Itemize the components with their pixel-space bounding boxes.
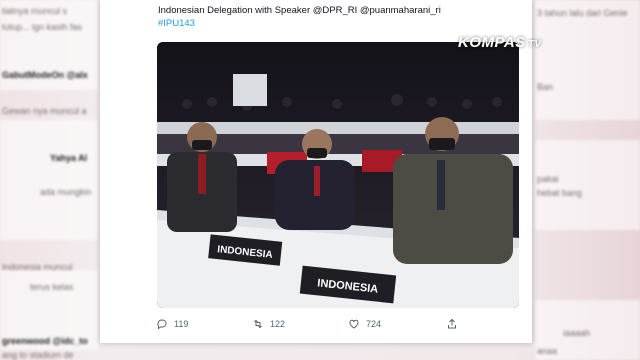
bg-tweet-text: Indonesia muncul [2,262,73,272]
tweet-caption: Indonesian Delegation with Speaker @DPR_… [158,4,441,30]
tweet-card: Indonesian Delegation with Speaker @DPR_… [100,0,532,343]
like-count: 724 [366,319,382,329]
bg-tweet-text: iaaaah [563,328,591,338]
bg-tweet-text: Ban [537,82,554,92]
bg-tweet-text: anaa [537,346,558,356]
reply-icon [157,319,167,330]
bg-tweet-text: 3 tahun lalu dari Genie [537,8,628,18]
kompas-tv-watermark: KOMPAS TV [458,34,542,51]
bg-tweet-text: hebat bang [537,188,583,198]
bg-tweet-text: tiatnya muncul s [2,6,68,16]
tweet-photo[interactable]: INDONESIA INDONESIA [157,42,519,308]
bg-tweet-text: Gewan nya muncul a [2,106,87,116]
delegation-photo: INDONESIA INDONESIA [157,42,519,308]
watermark-brand: KOMPAS [458,34,526,51]
retweet-icon [254,319,262,329]
background-tweets-right: 3 tahun lalu dari Genie Ban pakai hebat … [533,0,640,360]
bg-tweet-text: tutup... ign kasih fas [2,22,83,32]
bg-tweet-text: ada mungkin [40,187,92,197]
heart-icon [349,319,359,329]
share-icon [448,318,456,329]
tweet-actions: 119 122 724 [156,318,476,334]
background-tweets-left: tiatnya muncul s tutup... ign kasih fas … [0,0,100,360]
bg-tweet-user: greenwood @idc_to [2,336,88,346]
watermark-suffix: TV [527,39,542,50]
bg-tweet-user: GabutModeOn @alx [2,70,88,80]
like-button[interactable]: 724 [348,318,381,330]
bg-tweet-user: Yahya Al [50,153,88,163]
bg-tweet-text: pakai [537,174,559,184]
retweet-button[interactable]: 122 [252,318,285,330]
retweet-count: 122 [270,319,286,329]
reply-button[interactable]: 119 [156,318,188,330]
bg-tweet-text: ang to stadium de [2,350,74,360]
hashtag-link[interactable]: #IPU143 [158,17,441,30]
share-button[interactable] [446,318,458,330]
bg-tweet-text: terus kelas [30,282,74,292]
reply-count: 119 [174,319,189,329]
tweet-caption-text: Indonesian Delegation with Speaker @DPR_… [158,5,441,16]
